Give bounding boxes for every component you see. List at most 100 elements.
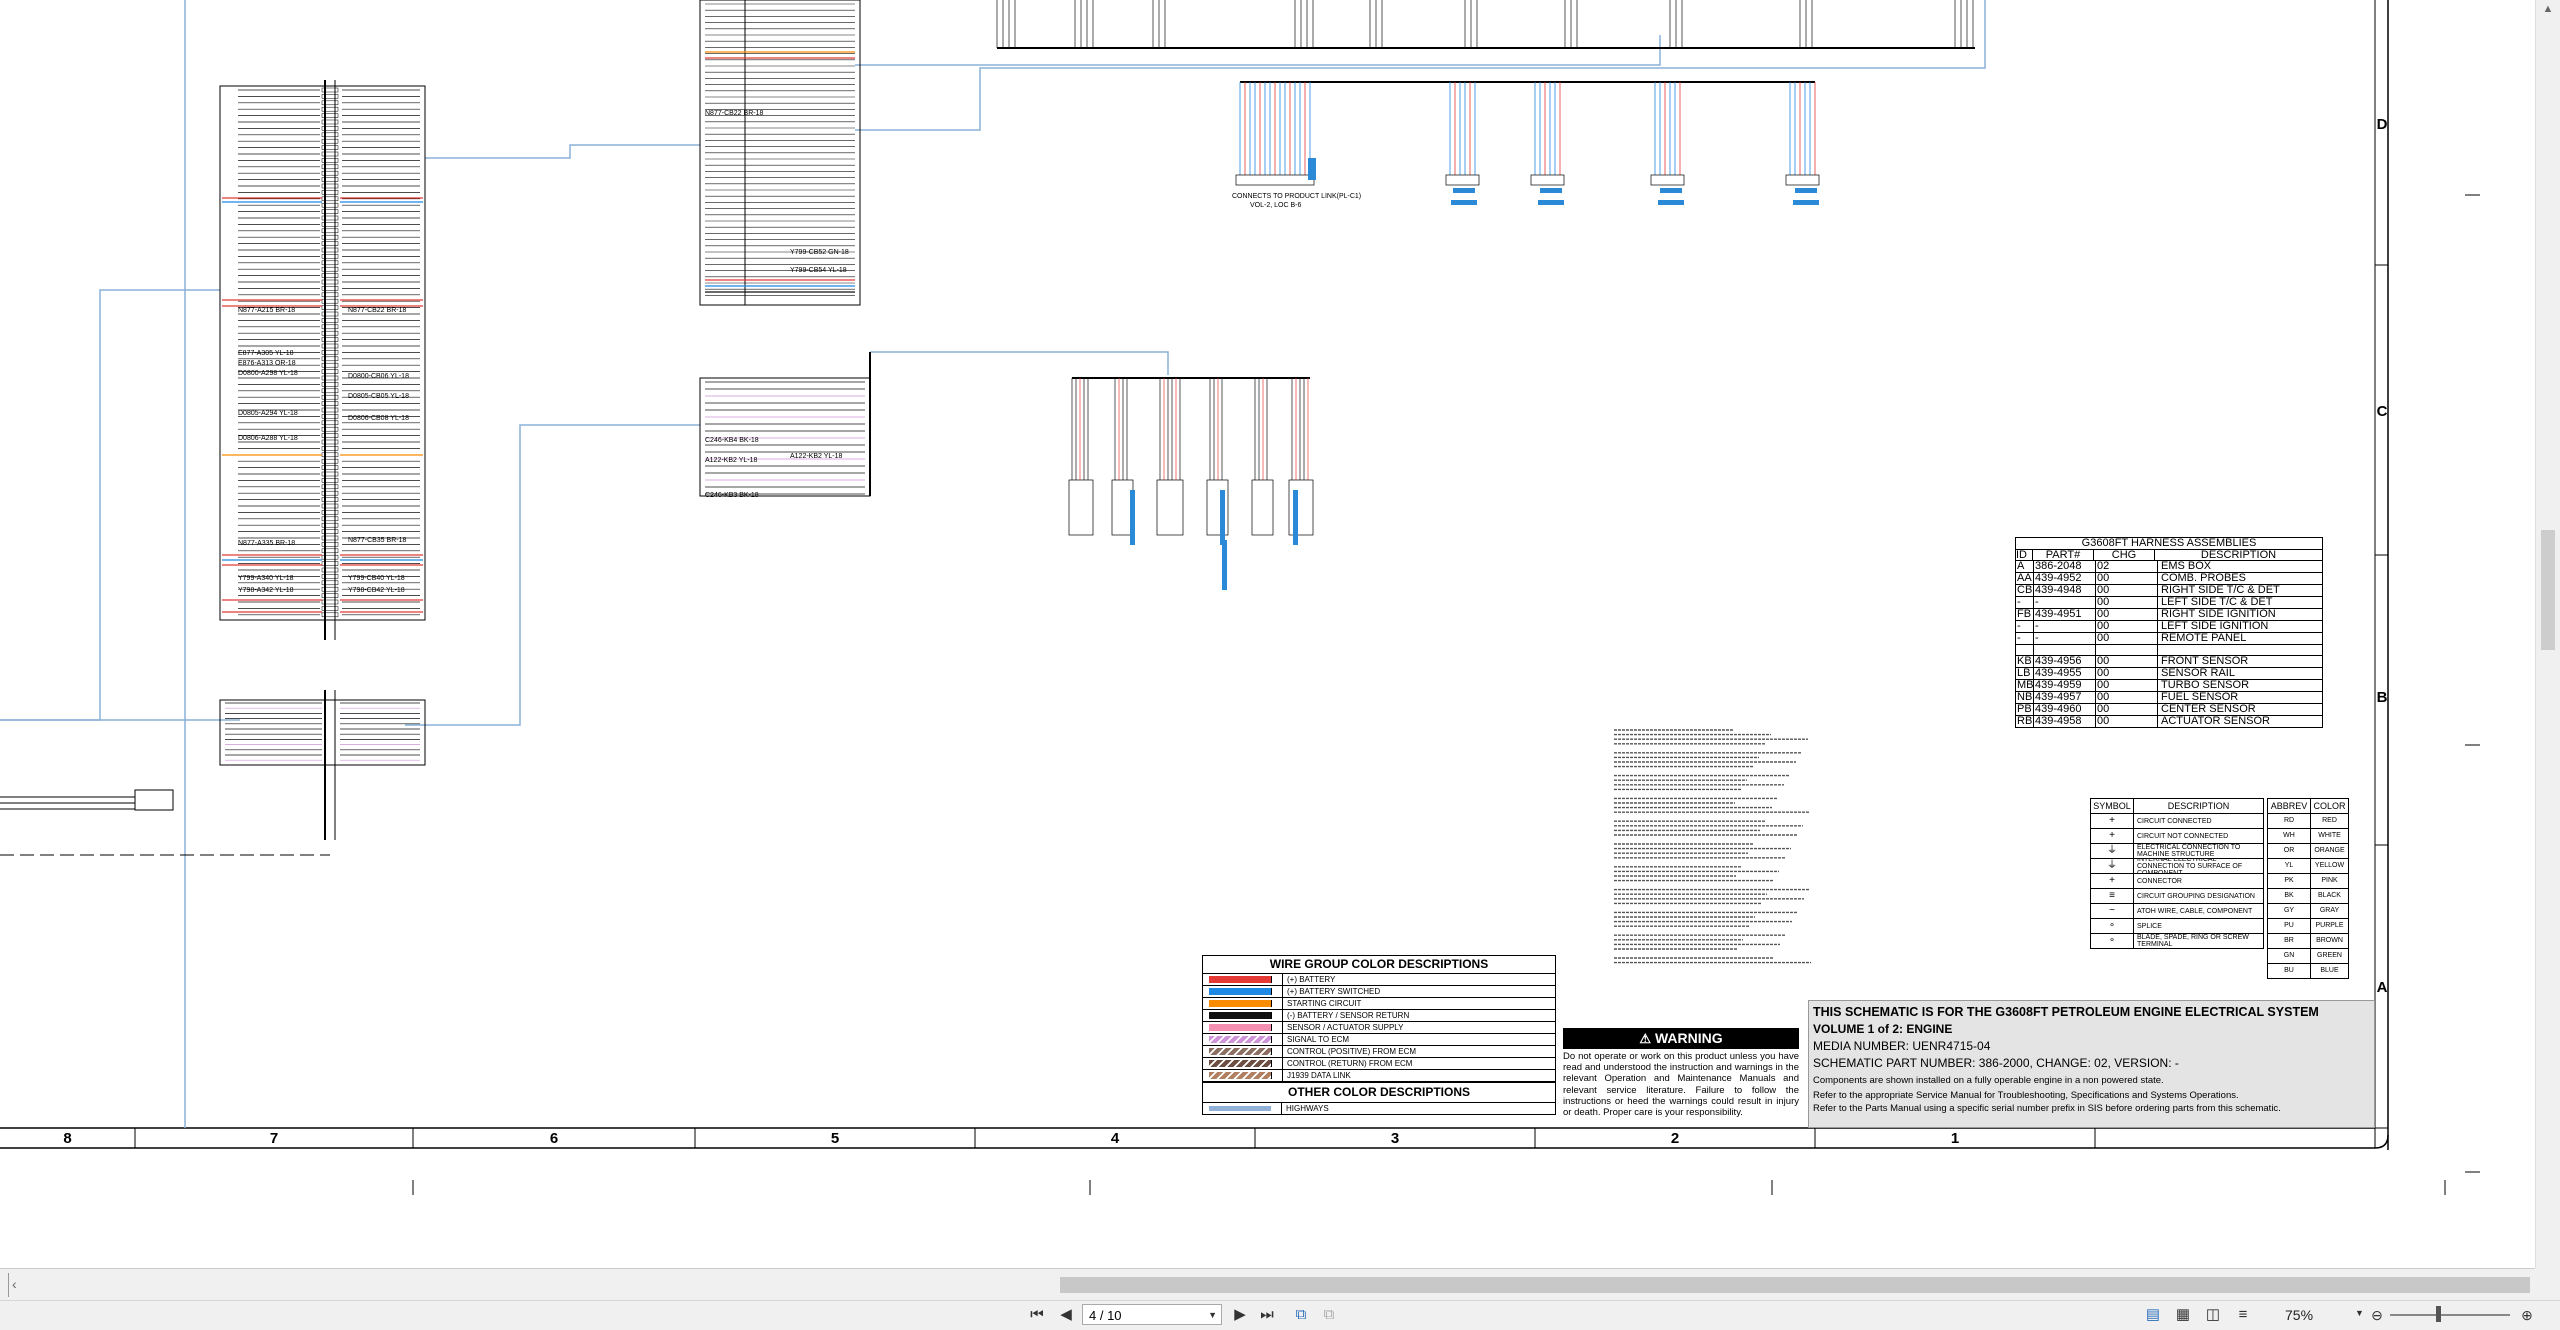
harness-table-row: RB 439-4958 00 ACTUATOR SENSOR xyxy=(2016,716,2322,727)
symbol-glyph-icon: + xyxy=(2091,874,2134,888)
continuous-view-icon[interactable]: ▦ xyxy=(2172,1306,2194,1324)
symbol-table-row: ⏚ INTERNAL ELECTRICAL CONNECTION TO SURFA… xyxy=(2091,859,2263,874)
harness-table-row: MB 439-4959 00 TURBO SENSOR xyxy=(2016,680,2322,692)
harness-chg: 00 xyxy=(2096,716,2158,727)
previous-view-icon[interactable]: ⧉ xyxy=(1290,1306,1312,1324)
warning-title: WARNING xyxy=(1654,1030,1723,1046)
wire-color-swatch xyxy=(1209,976,1272,983)
wire-color-swatch xyxy=(1209,1048,1272,1055)
color-table-row: GN GREEN xyxy=(2268,949,2348,964)
harness-table-row: - -00 LEFT SIDE IGNITION xyxy=(2016,621,2322,633)
harness-description: LEFT SIDE T/C & DET xyxy=(2161,597,2273,608)
wire-label: N877-A215 BR-18 xyxy=(238,307,295,314)
horizontal-scroll-thumb[interactable] xyxy=(1060,1277,2530,1293)
wire-color-swatch xyxy=(1209,1012,1272,1019)
page-number-field[interactable]: 4 / 10 ▼ xyxy=(1082,1304,1222,1325)
wire-group-label: CONTROL (POSITIVE) FROM ECM xyxy=(1282,1046,1555,1057)
grid-row-label: D xyxy=(2376,116,2388,133)
harness-table-title: G3608FT HARNESS ASSEMBLIES xyxy=(2016,538,2322,550)
vertical-scroll-thumb[interactable] xyxy=(2541,530,2555,650)
wire-color-swatch xyxy=(1209,1106,1271,1111)
first-page-icon[interactable]: ⏮ xyxy=(1028,1306,1046,1324)
continuous-facing-icon[interactable]: ≡ xyxy=(2232,1306,2254,1324)
color-abbrev: WH xyxy=(2268,829,2311,843)
next-page-icon[interactable]: ▶ xyxy=(1232,1306,1248,1324)
color-name: YELLOW xyxy=(2314,862,2345,869)
zoom-slider-track[interactable] xyxy=(2390,1314,2510,1316)
color-abbrev: PU xyxy=(2268,919,2311,933)
scroll-left-arrow-icon[interactable]: ‹ xyxy=(12,1275,28,1293)
horizontal-scrollbar[interactable]: ‹ xyxy=(0,1268,2535,1301)
color-name: PINK xyxy=(2321,877,2338,884)
harness-chg: 00 xyxy=(2096,597,2158,608)
wire-label: Y798-CB42 YL-18 xyxy=(348,587,405,594)
harness-description: EMS BOX xyxy=(2161,561,2212,572)
other-color-row: HIGHWAYS xyxy=(1203,1103,1555,1114)
wire-label: E877-A305 YL-18 xyxy=(238,350,294,357)
color-table-row: WH WHITE xyxy=(2268,829,2348,844)
grid-column-label: 7 xyxy=(269,1130,279,1147)
harness-table-row: PB 439-4960 00 CENTER SENSOR xyxy=(2016,704,2322,716)
notes-block xyxy=(1612,726,1820,973)
document-viewport[interactable]: CONNECTS TO PRODUCT LINK(PL-C1) VOL-2, L… xyxy=(0,0,2535,1268)
page-number-value: 4 / 10 xyxy=(1089,1308,1122,1323)
harness-description: FRONT SENSOR xyxy=(2161,656,2249,667)
symbol-table-row: ⏚ ELECTRICAL CONNECTION TO MACHINE STRUCT… xyxy=(2091,844,2263,859)
symbol-glyph-icon: ⏚ xyxy=(2091,859,2134,873)
color-name: GRAY xyxy=(2319,907,2340,914)
color-name: PURPLE xyxy=(2315,922,2344,929)
harness-part: - xyxy=(2034,633,2096,644)
color-abbrev: BU xyxy=(2268,964,2311,978)
wire-color-swatch xyxy=(1209,1060,1272,1067)
harness-table-row: A 386-2048 02 EMS BOX xyxy=(2016,561,2322,573)
facing-pages-icon[interactable]: ◫ xyxy=(2202,1306,2224,1324)
scroll-up-arrow-icon[interactable]: ▲ xyxy=(2541,2,2555,16)
symbol-col-symbol: SYMBOL xyxy=(2091,799,2134,813)
wire-label: D0806-A288 YL-18 xyxy=(238,435,298,442)
page-dropdown-icon[interactable]: ▼ xyxy=(1208,1305,1217,1326)
grid-row-label: C xyxy=(2376,403,2388,420)
grid-column-label: 8 xyxy=(63,1130,72,1147)
wire-label: N877-A335 BR-18 xyxy=(238,540,295,547)
grid-column-label: 4 xyxy=(1110,1130,1120,1147)
wire-label: Y799-A340 YL-18 xyxy=(238,575,294,582)
wire-label: Y799-CB40 YL-18 xyxy=(348,575,405,582)
harness-part: 439-4958 xyxy=(2034,716,2096,727)
warning-text: Do not operate or work on this product u… xyxy=(1563,1051,1799,1119)
notes-lines xyxy=(1614,729,1811,973)
symbol-table-row: + CIRCUIT NOT CONNECTED xyxy=(2091,829,2263,844)
color-abbrev: BR xyxy=(2268,934,2311,948)
wire-group-row: STARTING CIRCUIT xyxy=(1203,998,1555,1010)
vertical-scrollbar[interactable]: ▲ xyxy=(2535,0,2560,1268)
harness-table-row: - -00 LEFT SIDE T/C & DET xyxy=(2016,597,2322,609)
other-color-label: HIGHWAYS xyxy=(1281,1103,1555,1114)
zoom-dropdown-icon[interactable]: ▼ xyxy=(2355,1308,2364,1318)
last-page-icon[interactable]: ⏭ xyxy=(1258,1306,1276,1324)
harness-table-row: AA 439-4952 00 COMB. PROBES xyxy=(2016,573,2322,585)
harness-id: - xyxy=(2016,597,2034,608)
grid-column-label: 1 xyxy=(1950,1130,1960,1147)
single-page-view-icon[interactable]: ▤ xyxy=(2142,1306,2164,1324)
symbol-description: ELECTRICAL CONNECTION TO MACHINE STRUCTU… xyxy=(2137,844,2241,858)
title-note1: Components are shown installed on a full… xyxy=(1813,1075,2164,1086)
harness-chg: 00 xyxy=(2096,704,2158,715)
wire-label: D0805-A294 YL-18 xyxy=(238,410,298,417)
col-chg: CHG xyxy=(2094,549,2155,560)
harness-description: RIGHT SIDE IGNITION xyxy=(2161,609,2276,620)
harness-id: - xyxy=(2016,621,2034,632)
harness-part: 439-4948 xyxy=(2034,585,2096,596)
zoom-out-icon[interactable]: ⊖ xyxy=(2368,1306,2386,1324)
grid-column-label: 3 xyxy=(1390,1130,1400,1147)
wire-group-title: WIRE GROUP COLOR DESCRIPTIONS xyxy=(1203,956,1555,974)
symbol-description: BLADE, SPADE, RING OR SCREW TERMINAL xyxy=(2137,934,2249,948)
previous-page-icon[interactable]: ◀ xyxy=(1058,1306,1074,1324)
next-view-icon[interactable]: ⧉ xyxy=(1318,1306,1340,1324)
wire-group-legend: WIRE GROUP COLOR DESCRIPTIONS (+) BATTER… xyxy=(1202,955,1556,1115)
zoom-slider-thumb[interactable] xyxy=(2436,1306,2441,1322)
wire-label: N877-CB22 BR-18 xyxy=(348,307,406,314)
zoom-level[interactable]: 75% xyxy=(2285,1307,2335,1323)
wire-label: D0800-A298 YL-18 xyxy=(238,370,298,377)
wire-label: E876-A313 OR-18 xyxy=(238,360,296,367)
zoom-in-icon[interactable]: ⊕ xyxy=(2518,1306,2536,1324)
color-name: RED xyxy=(2322,817,2337,824)
